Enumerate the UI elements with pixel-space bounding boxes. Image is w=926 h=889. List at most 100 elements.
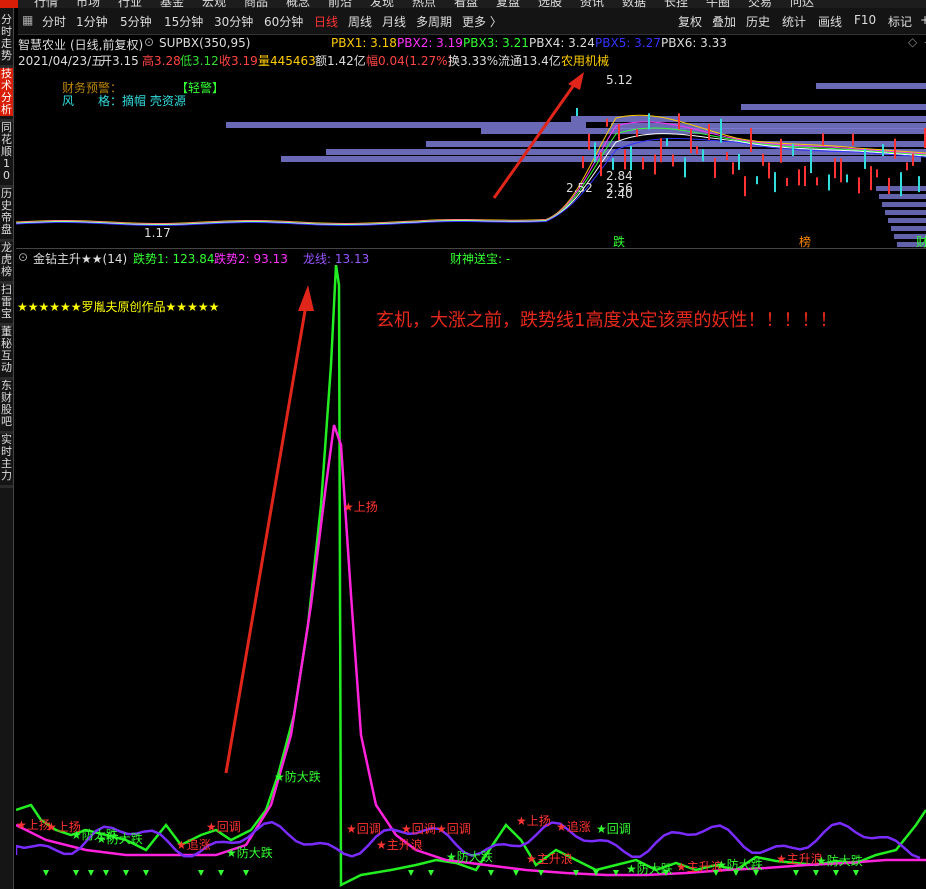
upper-tag-2: 财 <box>916 235 926 248</box>
signal-label-11: ★回调 <box>401 822 436 836</box>
stock-low: 低3.12 <box>180 54 219 68</box>
style-value: 摘帽 壳资源 <box>122 94 186 108</box>
down-arrow-5 <box>143 870 149 876</box>
top-menu-item-18[interactable]: 问达 <box>790 0 814 8</box>
top-menu-item-0[interactable]: 行情 <box>34 0 58 8</box>
toolbar-right-7[interactable]: + <box>920 13 926 27</box>
candle-57 <box>918 176 920 193</box>
down-arrow-21 <box>793 870 799 876</box>
candle-20 <box>696 146 698 155</box>
candle-42 <box>828 174 830 191</box>
candle-10 <box>636 129 638 138</box>
top-menu-item-11[interactable]: 复盘 <box>496 0 520 8</box>
chip-bar-0 <box>816 83 926 89</box>
candle-43 <box>834 158 836 179</box>
candle-19 <box>690 128 692 153</box>
top-menu-item-12[interactable]: 选股 <box>538 0 562 8</box>
toolbar-right-1[interactable]: 叠加 <box>712 13 736 30</box>
stock-sector[interactable]: 农用机械 <box>561 52 609 69</box>
toolbar-right-3[interactable]: 统计 <box>782 13 806 30</box>
toolbar-right-5[interactable]: F10 <box>854 13 876 27</box>
period-toolbar: ▦ 分时 1分钟 5分钟 15分钟 30分钟 60分钟 日线 周线 月线 多周期 更多 〉 复权 叠加历… <box>18 8 926 35</box>
top-menu-item-8[interactable]: 发现 <box>370 0 394 8</box>
period-tab-4[interactable]: 30分钟 <box>214 13 253 30</box>
candle-32 <box>768 162 770 179</box>
top-menu-item-4[interactable]: 宏观 <box>202 0 226 8</box>
top-menu-item-13[interactable]: 资讯 <box>580 0 604 8</box>
candle-38 <box>804 166 806 187</box>
signal-label-5: ★防大跌 <box>96 831 143 846</box>
sidebar-tab-1[interactable]: 技术分析 <box>0 68 13 116</box>
candle-8 <box>624 149 626 170</box>
top-menu-item-14[interactable]: 数据 <box>622 0 646 8</box>
sidebar-tab-6[interactable]: 董秘互动 <box>0 326 13 374</box>
candle-40 <box>816 177 818 186</box>
signal-label-17: ★回调 <box>596 822 631 836</box>
indicator-menu-icon[interactable]: ⊙ <box>144 35 154 49</box>
indicator-name[interactable]: SUPBX(350,95) <box>159 36 250 50</box>
candle-51 <box>882 144 884 157</box>
candle-2 <box>588 133 590 150</box>
sidebar-tab-7[interactable]: 东财股吧 <box>0 380 13 428</box>
indicator-menu-icon[interactable]: ⊙ <box>18 250 28 264</box>
top-menu-item-6[interactable]: 概念 <box>286 0 310 8</box>
toolbar-right-4[interactable]: 画线 <box>818 13 842 30</box>
price-label-4: 2.40 <box>606 187 633 201</box>
upper-tag-1: 榜 <box>799 234 811 248</box>
expand-icon[interactable]: ◇ <box>908 35 917 49</box>
down-arrow-24 <box>853 870 859 876</box>
top-menu-item-9[interactable]: 热点 <box>412 0 436 8</box>
top-menu-item-10[interactable]: 看盘 <box>454 0 478 8</box>
candle-5 <box>606 118 608 127</box>
sidebar-tab-5[interactable]: 扫雷宝 <box>0 284 13 320</box>
period-tab-5[interactable]: 60分钟 <box>264 13 303 30</box>
stock-turnover: 换3.33% <box>448 54 499 68</box>
top-menu-item-3[interactable]: 基金 <box>160 0 184 8</box>
period-tab-6[interactable]: 日线 <box>314 13 338 30</box>
period-tab-8[interactable]: 月线 <box>382 13 406 30</box>
signal-label-15: ★主升浪 <box>526 851 573 866</box>
toolbar-right-6[interactable]: 标记 <box>888 13 912 30</box>
pbx-value-3: PBX3: 3.21 <box>463 36 529 50</box>
stock-info-panel: 智慧农业 (日线,前复权) ⊙ SUPBX(350,95) ◇ — 2021/0… <box>18 34 926 68</box>
period-tab-2[interactable]: 5分钟 <box>120 13 152 30</box>
app-logo[interactable] <box>0 0 18 8</box>
toolbar-right-0[interactable]: 复权 <box>678 13 702 30</box>
top-menu-item-7[interactable]: 前沿 <box>328 0 352 8</box>
down-arrow-3 <box>103 870 109 876</box>
indicator-chart[interactable]: ★上扬★防大跌★上扬★上扬★防大跌★防大跌 ★追涨★回调★防大跌★回调★主升浪★回… <box>16 265 926 889</box>
top-menu-item-16[interactable]: 牛圈 <box>706 0 730 8</box>
period-tab-10[interactable]: 更多 〉 <box>462 13 502 30</box>
top-menu-item-15[interactable]: 长捏 <box>664 0 688 8</box>
grid-icon[interactable]: ▦ <box>22 13 33 27</box>
toolbar-right-2[interactable]: 历史 <box>746 13 770 30</box>
sidebar-tab-4[interactable]: 龙虎榜 <box>0 242 13 278</box>
candle-24 <box>720 118 722 143</box>
signal-label-8: ★防大跌 <box>226 845 273 860</box>
candle-23 <box>714 157 716 178</box>
top-menu-bar: 行情 市场 行业 基金 宏观 商品 概念 前沿 发现 热点 看盘 复盘 选股 资讯 数据 长捏 牛圈 交易 问达 <box>0 0 926 8</box>
top-menu-item-2[interactable]: 行业 <box>118 0 142 8</box>
period-tab-0[interactable]: 分时 <box>42 13 66 30</box>
period-tab-3[interactable]: 15分钟 <box>164 13 203 30</box>
sidebar-tab-3[interactable]: 历史帝盘 <box>0 188 13 236</box>
signal-label-16: ★追涨 <box>556 819 591 834</box>
sidebar-tab-2[interactable]: 同花顺10 <box>0 122 13 182</box>
signal-label-13: ★防大跌 <box>446 849 493 864</box>
top-menu-item-1[interactable]: 市场 <box>76 0 100 8</box>
period-tab-7[interactable]: 周线 <box>348 13 372 30</box>
candle-56 <box>912 153 914 166</box>
signal-label-9: ★回调 <box>346 822 381 836</box>
sidebar-tab-8[interactable]: 实时主力 <box>0 434 13 482</box>
chip-bar-right-5 <box>891 226 926 231</box>
pbx-value-5: PBX5: 3.27 <box>595 36 661 50</box>
sidebar-tab-0[interactable]: 分时走势 <box>0 14 13 62</box>
period-tab-9[interactable]: 多周期 <box>416 13 452 30</box>
candle-21 <box>702 149 704 162</box>
period-tab-1[interactable]: 1分钟 <box>76 13 108 30</box>
top-menu-item-17[interactable]: 交易 <box>748 0 772 8</box>
candle-54 <box>900 172 902 197</box>
top-menu-item-5[interactable]: 商品 <box>244 0 268 8</box>
chip-bar-4 <box>226 122 586 128</box>
candle-28 <box>744 176 746 197</box>
